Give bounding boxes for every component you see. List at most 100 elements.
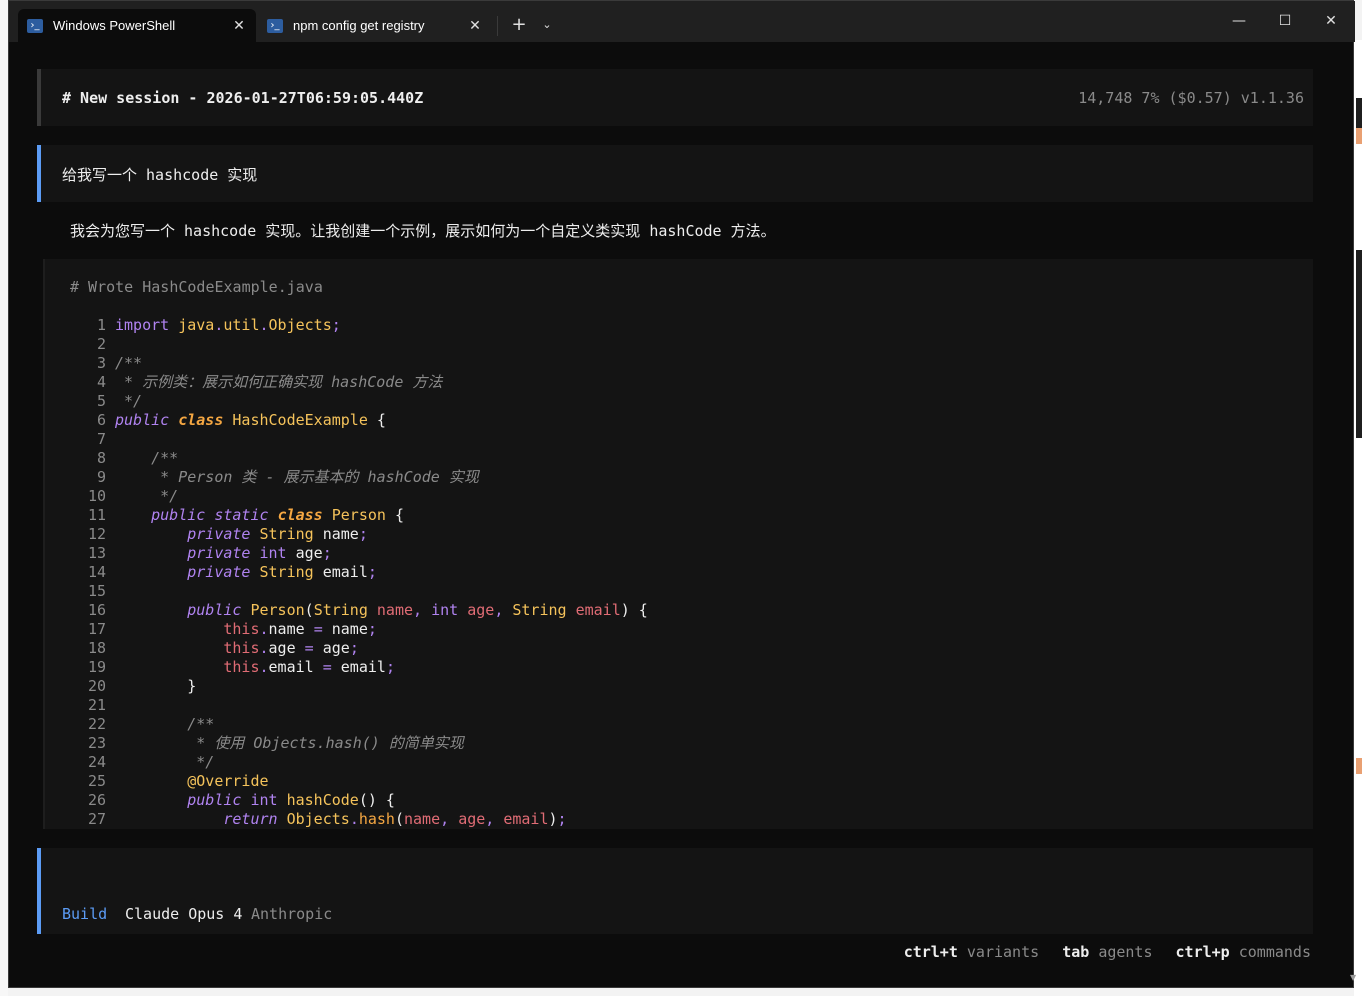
code-listing: 1 import java.util.Objects; 2 3/** 4 * 示例类：展…: [70, 316, 648, 829]
model-provider: Anthropic: [251, 905, 333, 923]
code-text: public int hashCode() {: [187, 791, 395, 809]
code-text: */: [115, 753, 215, 771]
code-line: 24 */: [70, 753, 648, 772]
background-decoration: [1356, 128, 1362, 144]
minimize-button[interactable]: —: [1219, 7, 1259, 35]
code-line: 9 * Person 类 - 展示基本的 hashCode 实现: [70, 468, 648, 487]
code-line: 18 this.age = age;: [70, 639, 648, 658]
code-line: 16 public Person(String name, int age, S…: [70, 601, 648, 620]
code-line: 15: [70, 582, 648, 601]
code-line: 19 this.email = email;: [70, 658, 648, 677]
background-decoration: [1356, 758, 1362, 774]
code-line: 22 /**: [70, 715, 648, 734]
new-tab-button[interactable]: +: [507, 13, 531, 37]
user-message-text: 给我写一个 hashcode 实现: [62, 166, 258, 184]
code-text: public static class Person {: [151, 506, 404, 524]
background-window-strip: [0, 0, 8, 996]
background-decoration: [1356, 250, 1362, 438]
assistant-message: 我会为您写一个 hashcode 实现。让我创建一个示例，展示如何为一个自定义类…: [70, 222, 776, 240]
maximize-button[interactable]: ☐: [1265, 7, 1305, 35]
code-line: 26 public int hashCode() {: [70, 791, 648, 810]
tool-title: # Wrote HashCodeExample.java: [70, 278, 323, 296]
model-name[interactable]: Claude Opus 4: [125, 905, 242, 923]
close-icon[interactable]: ✕: [464, 18, 486, 34]
line-number: 4: [96, 373, 106, 391]
shortcut-desc: commands: [1238, 943, 1311, 961]
line-number: 21: [87, 696, 106, 714]
agent-mode-label[interactable]: Build: [62, 905, 107, 923]
line-number: 20: [87, 677, 106, 695]
close-window-button[interactable]: ✕: [1311, 7, 1351, 35]
session-stats: 14,748 7% ($0.57) v1.1.36: [1078, 89, 1304, 107]
code-text: private String email;: [187, 563, 377, 581]
code-line: 17 this.name = name;: [70, 620, 648, 639]
tab-label: npm config get registry: [293, 18, 425, 33]
code-line: 6 public class HashCodeExample {: [70, 411, 648, 430]
code-text: @Override: [187, 772, 269, 790]
code-line: 20 }: [70, 677, 648, 696]
line-number: 17: [87, 620, 106, 638]
code-text: this.age = age;: [223, 639, 359, 657]
code-text: private int age;: [187, 544, 332, 562]
code-text: public Person(String name, int age, Stri…: [187, 601, 648, 619]
session-header: # New session - 2026-01-27T06:59:05.440Z…: [37, 69, 1313, 126]
scrollbar[interactable]: [1349, 42, 1355, 987]
line-number: 8: [96, 449, 106, 467]
line-number: 15: [87, 582, 106, 600]
session-title: # New session - 2026-01-27T06:59:05.440Z: [62, 89, 424, 107]
powershell-icon: ›_: [267, 18, 283, 33]
line-number: 14: [87, 563, 106, 581]
line-number: 24: [87, 753, 106, 771]
background-window-strip-right: [1354, 40, 1362, 996]
code-text: * Person 类 - 展示基本的 hashCode 实现: [115, 468, 479, 486]
code-text: */: [115, 392, 143, 410]
tab-npm-config[interactable]: ›_ npm config get registry ✕: [258, 9, 492, 42]
code-line: 5 */: [70, 392, 648, 411]
code-line: 2: [70, 335, 648, 354]
code-line: 10 */: [70, 487, 648, 506]
user-message: 给我写一个 hashcode 实现: [37, 145, 1313, 202]
line-number: 18: [87, 639, 106, 657]
tool-output-block[interactable]: # Wrote HashCodeExample.java 1 import jav…: [43, 259, 1313, 829]
line-number: 19: [87, 658, 106, 676]
prompt-input[interactable]: Build Claude Opus 4 Anthropic: [37, 848, 1313, 934]
shortcut-desc: variants: [966, 943, 1040, 961]
code-line: 13 private int age;: [70, 544, 648, 563]
code-text: * 示例类：展示如何正确实现 hashCode 方法: [115, 373, 443, 391]
tab-dropdown-button[interactable]: ⌄: [537, 13, 557, 37]
code-text: /**: [115, 449, 179, 467]
line-number: 10: [87, 487, 106, 505]
code-text: */: [115, 487, 179, 505]
line-number: 22: [87, 715, 106, 733]
code-line: 11 public static class Person {: [70, 506, 648, 525]
powershell-icon: ›_: [27, 18, 43, 33]
close-icon[interactable]: ✕: [228, 18, 250, 34]
tab-label: Windows PowerShell: [53, 18, 176, 33]
line-number: 5: [96, 392, 106, 410]
code-line: 3 /**: [70, 354, 648, 373]
line-number: 1: [96, 316, 106, 334]
code-line: 12 private String name;: [70, 525, 648, 544]
code-line: 7: [70, 430, 648, 449]
title-bar: ›_ Windows PowerShell ✕ ›_ npm config ge…: [9, 1, 1355, 42]
code-line: 25 @Override: [70, 772, 648, 791]
tab-windows-powershell[interactable]: ›_ Windows PowerShell ✕: [18, 9, 256, 42]
code-line: 14 private String email;: [70, 563, 648, 582]
line-number: 12: [87, 525, 106, 543]
code-text: private String name;: [187, 525, 368, 543]
scroll-down-arrow-icon[interactable]: ▼: [1350, 973, 1356, 982]
shortcut-desc: agents: [1098, 943, 1153, 961]
code-text: return Objects.hash(name, age, email);: [223, 810, 567, 828]
code-line: 27 return Objects.hash(name, age, email)…: [70, 810, 648, 829]
code-line: 23 * 使用 Objects.hash() 的简单实现: [70, 734, 648, 753]
code-text: this.name = name;: [223, 620, 377, 638]
shortcut-hints: ctrl+t variants tab agents ctrl+p comman…: [904, 943, 1311, 961]
code-text: /**: [115, 354, 143, 372]
code-text: }: [115, 677, 197, 695]
shortcut-key: ctrl+t: [903, 943, 958, 961]
line-number: 25: [87, 772, 106, 790]
code-text: this.email = email;: [223, 658, 395, 676]
background-decoration: [1356, 98, 1362, 128]
line-number: 2: [96, 335, 106, 353]
line-number: 23: [87, 734, 106, 752]
